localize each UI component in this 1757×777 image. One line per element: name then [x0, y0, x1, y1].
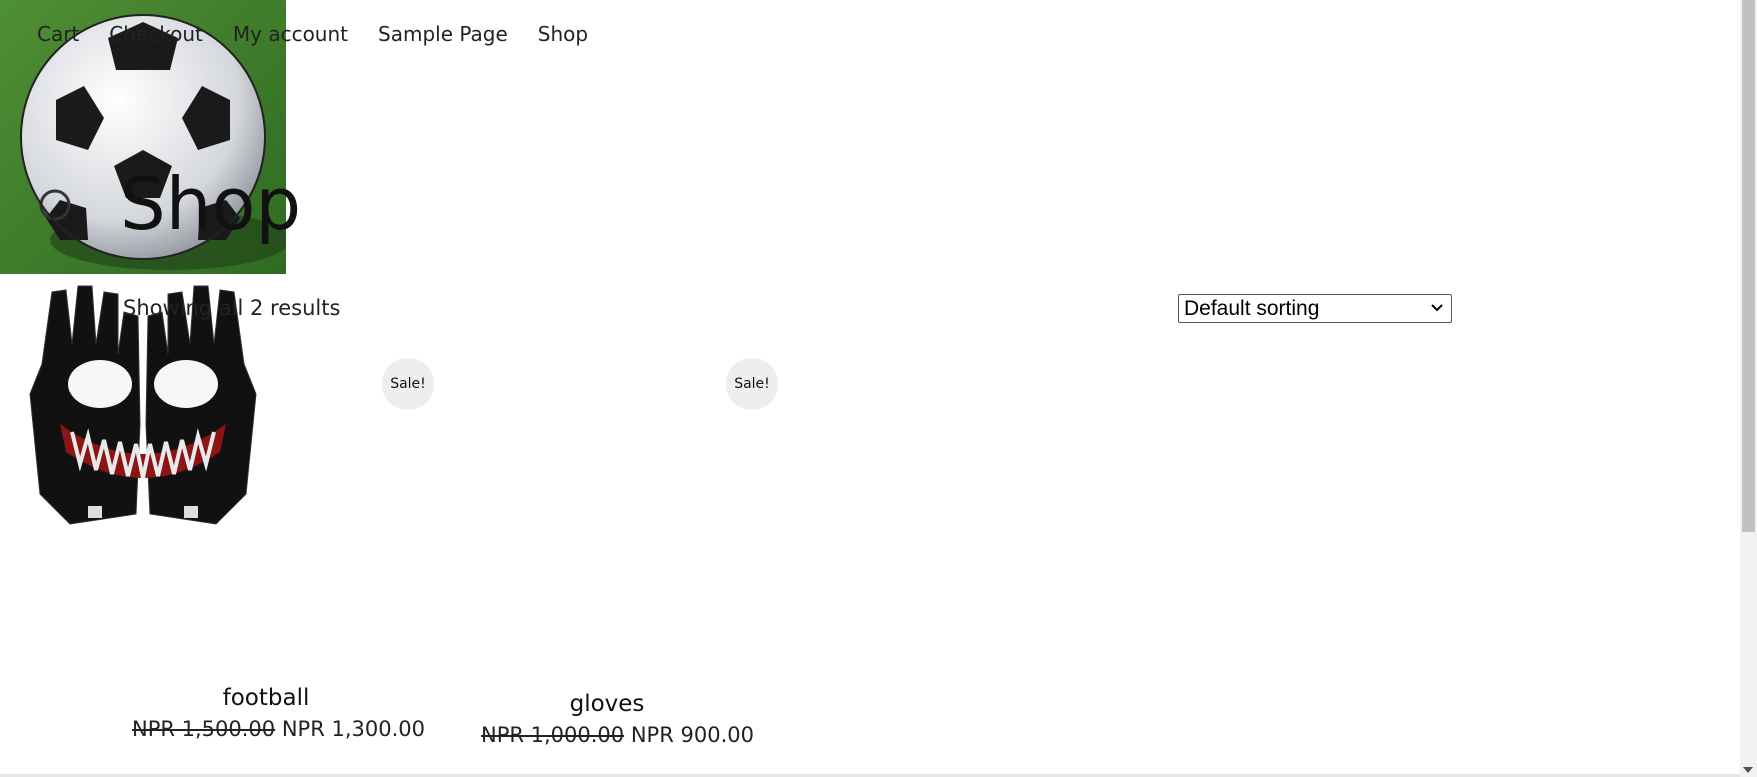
chevron-down-icon — [1431, 304, 1443, 312]
product-price-football: NPR 1,500.00 NPR 1,300.00 — [132, 714, 425, 744]
page: Cart Checkout My account Sample Page Sho… — [0, 0, 1757, 777]
nav-item-sample-page[interactable]: Sample Page — [378, 20, 508, 48]
regular-price: NPR 1,500.00 — [132, 717, 276, 741]
sale-price: NPR 1,300.00 — [281, 717, 425, 741]
sale-price: NPR 900.00 — [630, 723, 754, 747]
sorting-select[interactable]: Default sorting — [1178, 294, 1452, 323]
scroll-down-arrow-icon[interactable] — [1743, 767, 1753, 773]
page-title: Shop — [120, 162, 302, 246]
result-count: Showing all 2 results — [123, 296, 341, 320]
primary-nav: Cart Checkout My account Sample Page Sho… — [37, 20, 618, 48]
nav-item-cart[interactable]: Cart — [37, 20, 79, 48]
nav-item-shop[interactable]: Shop — [538, 20, 588, 48]
vertical-scrollbar[interactable] — [1740, 0, 1757, 777]
product-price-gloves: NPR 1,000.00 NPR 900.00 — [481, 720, 754, 750]
nav-item-my-account[interactable]: My account — [233, 20, 348, 48]
sale-badge: Sale! — [726, 358, 778, 410]
regular-price: NPR 1,000.00 — [481, 723, 625, 747]
sale-badge: Sale! — [382, 358, 434, 410]
sorting-selected-value: Default sorting — [1184, 296, 1320, 320]
scrollbar-thumb[interactable] — [1742, 0, 1755, 532]
product-name-football[interactable]: football — [123, 683, 409, 713]
nav-item-checkout[interactable]: Checkout — [109, 20, 203, 48]
product-name-gloves[interactable]: gloves — [466, 689, 748, 719]
